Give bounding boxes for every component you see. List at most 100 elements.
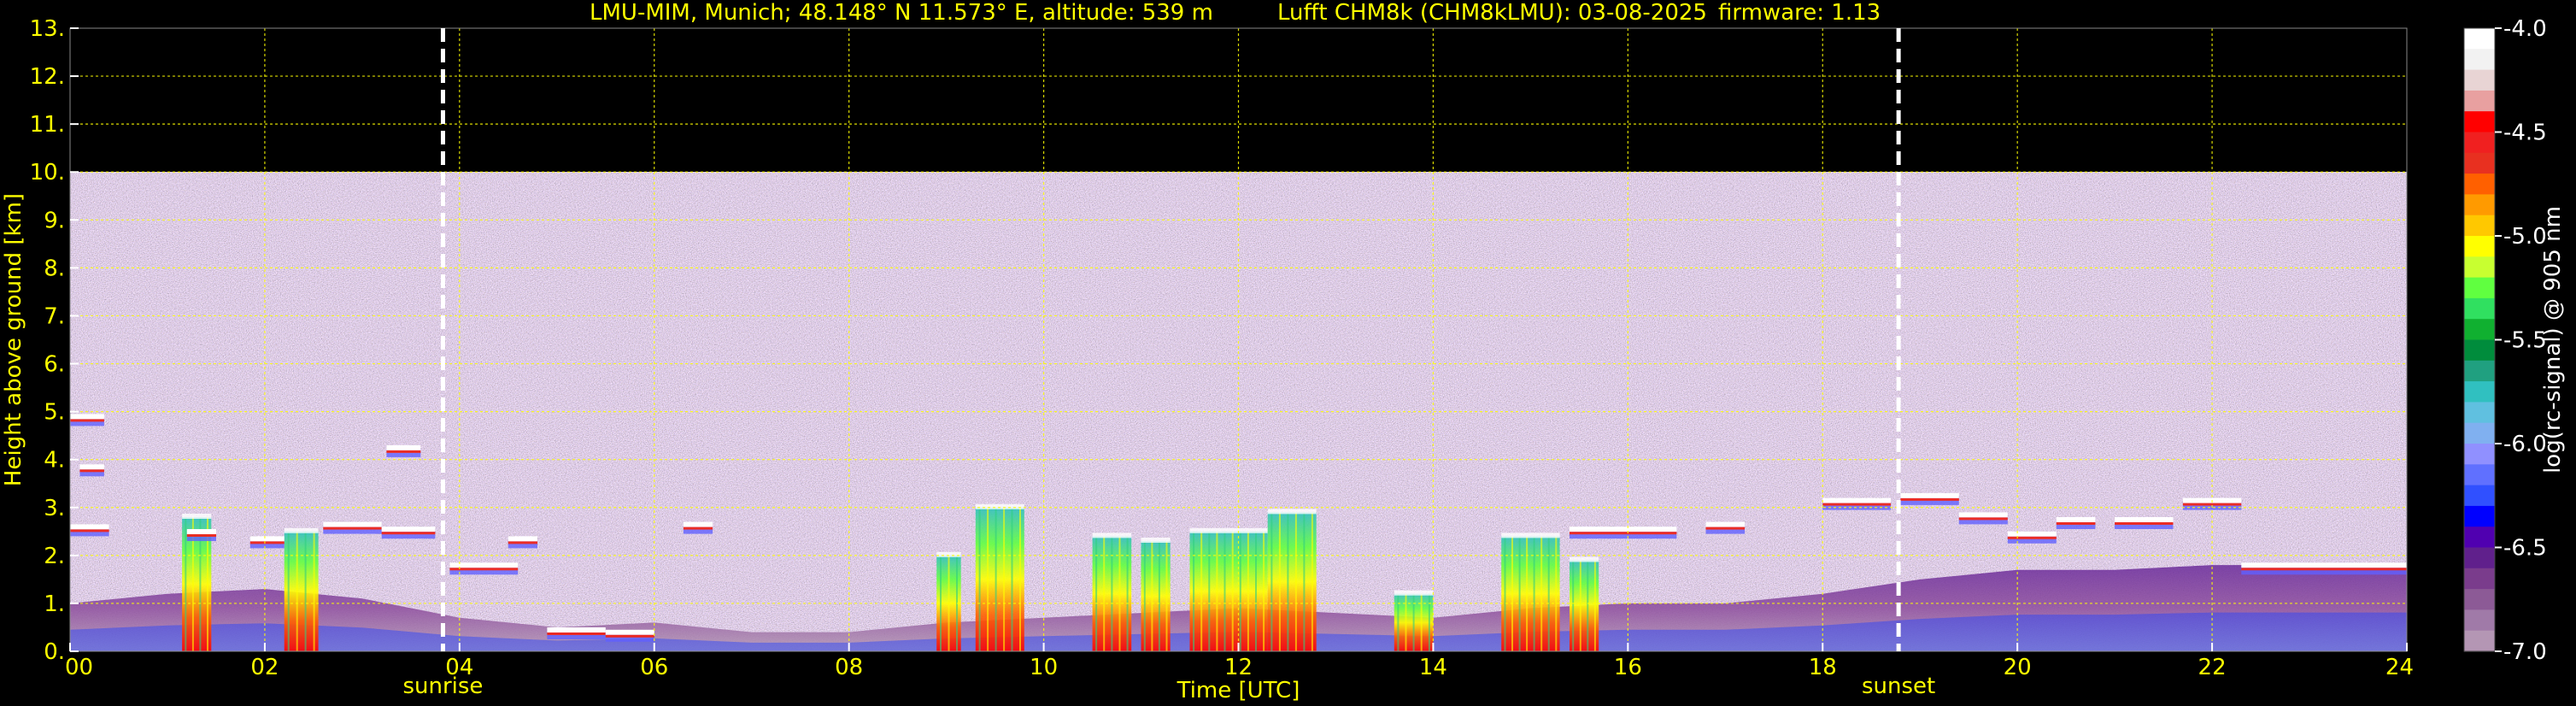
- cloud-layer: [79, 464, 104, 470]
- colorbar-segment: [2464, 444, 2495, 465]
- plume-top: [1189, 527, 1268, 533]
- colorbar-segment: [2464, 256, 2495, 279]
- colorbar-segment: [2464, 277, 2495, 299]
- cloud-edge: [1958, 517, 2008, 521]
- x-tick-label: 22: [2198, 655, 2227, 680]
- colorbar-segment: [2464, 174, 2495, 195]
- cloud-edge: [683, 527, 713, 530]
- colorbar-segment: [2464, 297, 2495, 320]
- cloud-layer: [1822, 497, 1892, 503]
- colorbar-segment: [2464, 152, 2495, 174]
- colorbar-segment: [2464, 339, 2495, 362]
- colorbar-segment: [2464, 505, 2495, 527]
- colorbar-segment: [2464, 568, 2495, 590]
- plume-top: [1141, 538, 1171, 543]
- y-tick-label: 13.: [30, 16, 65, 42]
- x-axis-label: Time [UTC]: [1177, 678, 1300, 703]
- colorbar-segment: [2464, 215, 2495, 237]
- colorbar-segment: [2464, 402, 2495, 424]
- plume-top: [1570, 556, 1599, 562]
- colorbar-tick-label: -7.0: [2503, 639, 2547, 665]
- colorbar-tick-label: -4.0: [2503, 16, 2547, 42]
- plume: [1501, 536, 1560, 651]
- cloud-edge: [1900, 497, 1959, 501]
- cloud-layer: [1900, 492, 1959, 498]
- cloud-edge: [381, 532, 436, 535]
- x-tick-label: 16: [1614, 655, 1642, 680]
- colorbar-tick-label: -6.5: [2503, 536, 2547, 562]
- cloud-edge: [605, 634, 654, 638]
- x-tick-label: 18: [1809, 655, 1837, 680]
- colorbar-segment: [2464, 236, 2495, 257]
- cloud-edge: [323, 527, 382, 530]
- cloud-edge: [2241, 568, 2407, 571]
- plume-top: [1394, 590, 1434, 596]
- cloud-edge: [508, 541, 537, 544]
- colorbar-segment: [2464, 28, 2495, 50]
- y-tick-label: 8.: [44, 256, 65, 281]
- marker-sunset-label: sunset: [1862, 674, 1935, 699]
- plume-top: [182, 514, 212, 519]
- cloud-edge: [249, 541, 285, 544]
- colorbar-segment: [2464, 319, 2495, 341]
- cloud-layer: [323, 521, 382, 527]
- cloud-layer: [605, 629, 654, 635]
- colorbar-label: log(rc-signal) @ 905 nm: [2540, 206, 2566, 474]
- y-tick-label: 0.: [44, 639, 65, 665]
- y-tick-label: 12.: [30, 64, 65, 90]
- cloud-layer: [1705, 521, 1746, 527]
- x-tick-label: 00: [65, 655, 93, 680]
- x-tick-label: 04: [445, 655, 473, 680]
- cloud-edge: [1822, 503, 1892, 506]
- colorbar: -4.0-4.5-5.0-5.5-6.0-6.5-7.0: [2463, 16, 2547, 665]
- chart-title: LMU-MIM, Munich; 48.148° N 11.573° E, al…: [590, 0, 1881, 26]
- plume-top: [1092, 532, 1132, 538]
- y-tick-label: 3.: [44, 496, 65, 521]
- y-axis-label: Height above ground [km]: [1, 193, 26, 486]
- plume: [1267, 512, 1317, 651]
- colorbar-segment: [2464, 69, 2495, 91]
- plume-top: [1501, 532, 1560, 538]
- colorbar-segment: [2464, 630, 2495, 652]
- y-tick-label: 4.: [44, 448, 65, 474]
- cloud-layer: [2115, 517, 2174, 522]
- cloud-layer: [508, 536, 537, 542]
- colorbar-segment: [2464, 485, 2495, 507]
- cloud-layer: [70, 414, 104, 420]
- x-tick-label: 10: [1030, 655, 1058, 680]
- x-tick-label: 24: [2385, 655, 2414, 680]
- cloud-edge: [186, 534, 216, 537]
- title-instrument: Lufft CHM8k (CHM8kLMU): 03-08-2025: [1277, 0, 1707, 26]
- x-tick-label: 12: [1224, 655, 1253, 680]
- cloud-edge: [386, 450, 421, 453]
- x-tick-label: 20: [2004, 655, 2032, 680]
- cloud-edge: [2115, 522, 2174, 525]
- colorbar-segment: [2464, 194, 2495, 216]
- colorbar-segment: [2464, 422, 2495, 444]
- colorbar-segment: [2464, 589, 2495, 610]
- cloud-layer: [381, 527, 436, 532]
- colorbar-segment: [2464, 381, 2495, 403]
- plume-top: [936, 551, 961, 557]
- plume: [975, 507, 1024, 651]
- cloud-layer: [186, 529, 216, 534]
- y-tick-label: 6.: [44, 352, 65, 378]
- y-tick-label: 9.: [44, 208, 65, 233]
- y-tick-label: 11.: [30, 112, 65, 138]
- plume-top: [1267, 509, 1317, 515]
- colorbar-segment: [2464, 527, 2495, 549]
- cloud-layer: [70, 524, 109, 530]
- cloud-edge: [79, 469, 104, 473]
- colorbar-segment: [2464, 132, 2495, 154]
- cloud-layer: [683, 521, 713, 527]
- cloud-layer: [2007, 531, 2057, 537]
- cloud-layer: [249, 536, 285, 542]
- colorbar-segment: [2464, 547, 2495, 569]
- cloud-edge: [70, 529, 109, 532]
- title-firmware: firmware: 1.13: [1718, 0, 1881, 26]
- y-tick-label: 2.: [44, 544, 65, 569]
- ceilometer-figure: LMU-MIM, Munich; 48.148° N 11.573° E, al…: [1, 0, 2566, 703]
- colorbar-segment: [2464, 111, 2495, 133]
- colorbar-segment: [2464, 49, 2495, 71]
- plume-top: [975, 503, 1024, 509]
